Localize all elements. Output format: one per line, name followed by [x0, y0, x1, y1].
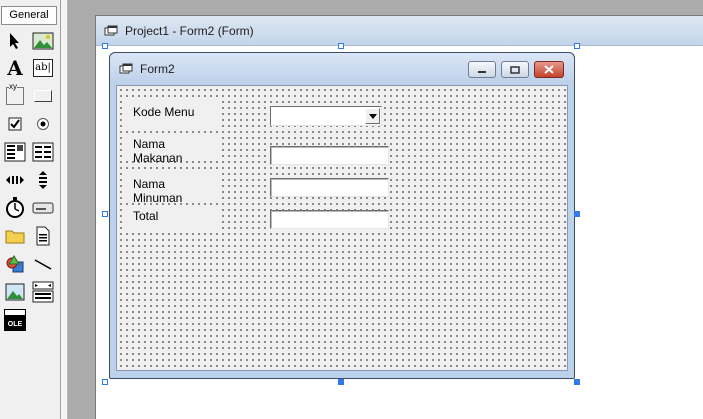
- vscrollbar-icon[interactable]: [32, 169, 54, 191]
- hscrollbar-icon[interactable]: [4, 169, 26, 191]
- combo-kode-menu[interactable]: [270, 106, 382, 126]
- form2-window[interactable]: Form2 Kode Menu Nama Makanan Nama Minuma…: [109, 52, 575, 379]
- toolbox-tab-general[interactable]: General: [1, 6, 57, 25]
- data-icon[interactable]: [32, 281, 54, 303]
- textbox-total[interactable]: [270, 210, 389, 229]
- combo-dropdown-button[interactable]: [365, 108, 380, 124]
- maximize-icon: [510, 65, 520, 74]
- form2-caption: Form2: [140, 62, 175, 76]
- textbox-icon[interactable]: ab|: [32, 57, 54, 79]
- form-icon: [119, 63, 133, 74]
- textbox-nama-makanan[interactable]: [270, 146, 389, 165]
- frame-icon[interactable]: xy: [4, 82, 26, 107]
- maximize-button[interactable]: [501, 61, 529, 78]
- resize-handle-top-left: [102, 43, 108, 49]
- optionbutton-icon[interactable]: [32, 113, 54, 135]
- label-kode-menu[interactable]: Kode Menu: [126, 101, 220, 127]
- minimize-icon: [478, 70, 486, 73]
- timer-icon[interactable]: [4, 197, 26, 219]
- checkbox-icon[interactable]: [4, 113, 26, 135]
- toolbox-splitter[interactable]: [61, 0, 68, 419]
- form2-client-area[interactable]: Kode Menu Nama Makanan Nama Minuman Tota…: [116, 85, 568, 371]
- resize-handle-right[interactable]: [574, 211, 580, 217]
- label-nama-minuman[interactable]: Nama Minuman: [126, 173, 220, 205]
- picturebox-icon[interactable]: [32, 30, 54, 52]
- resize-handle-bottom-left: [102, 379, 108, 385]
- dirlistbox-icon[interactable]: [4, 225, 26, 247]
- form-window-icon: [104, 25, 118, 35]
- resize-handle-top-right: [574, 43, 580, 49]
- close-icon: [544, 65, 554, 74]
- combobox-icon[interactable]: [4, 141, 26, 163]
- resize-handle-bottom-right[interactable]: [574, 379, 580, 385]
- label-nama-makanan[interactable]: Nama Makanan: [126, 133, 220, 165]
- image-icon[interactable]: [4, 281, 26, 303]
- textbox-nama-minuman[interactable]: [270, 178, 389, 197]
- filelistbox-icon[interactable]: [32, 225, 54, 247]
- resize-handle-top: [338, 43, 344, 49]
- resize-handle-left: [102, 211, 108, 217]
- resize-handle-bottom[interactable]: [338, 379, 344, 385]
- designer-titlebar[interactable]: Project1 - Form2 (Form): [96, 16, 703, 46]
- chevron-down-icon: [368, 113, 377, 119]
- minimize-button[interactable]: [468, 61, 496, 78]
- close-button[interactable]: [534, 61, 564, 78]
- designer-title: Project1 - Form2 (Form): [125, 23, 254, 38]
- label-icon[interactable]: A: [4, 56, 26, 80]
- line-icon[interactable]: [32, 253, 54, 275]
- drivelistbox-icon[interactable]: [32, 197, 54, 219]
- toolbox: General A ab| xy OLE: [0, 0, 61, 419]
- label-total[interactable]: Total: [126, 205, 220, 233]
- shape-icon[interactable]: [4, 253, 26, 275]
- commandbutton-icon[interactable]: [32, 85, 54, 107]
- listbox-icon[interactable]: [32, 141, 54, 163]
- ole-icon[interactable]: OLE: [4, 309, 26, 331]
- pointer-icon[interactable]: [4, 30, 26, 52]
